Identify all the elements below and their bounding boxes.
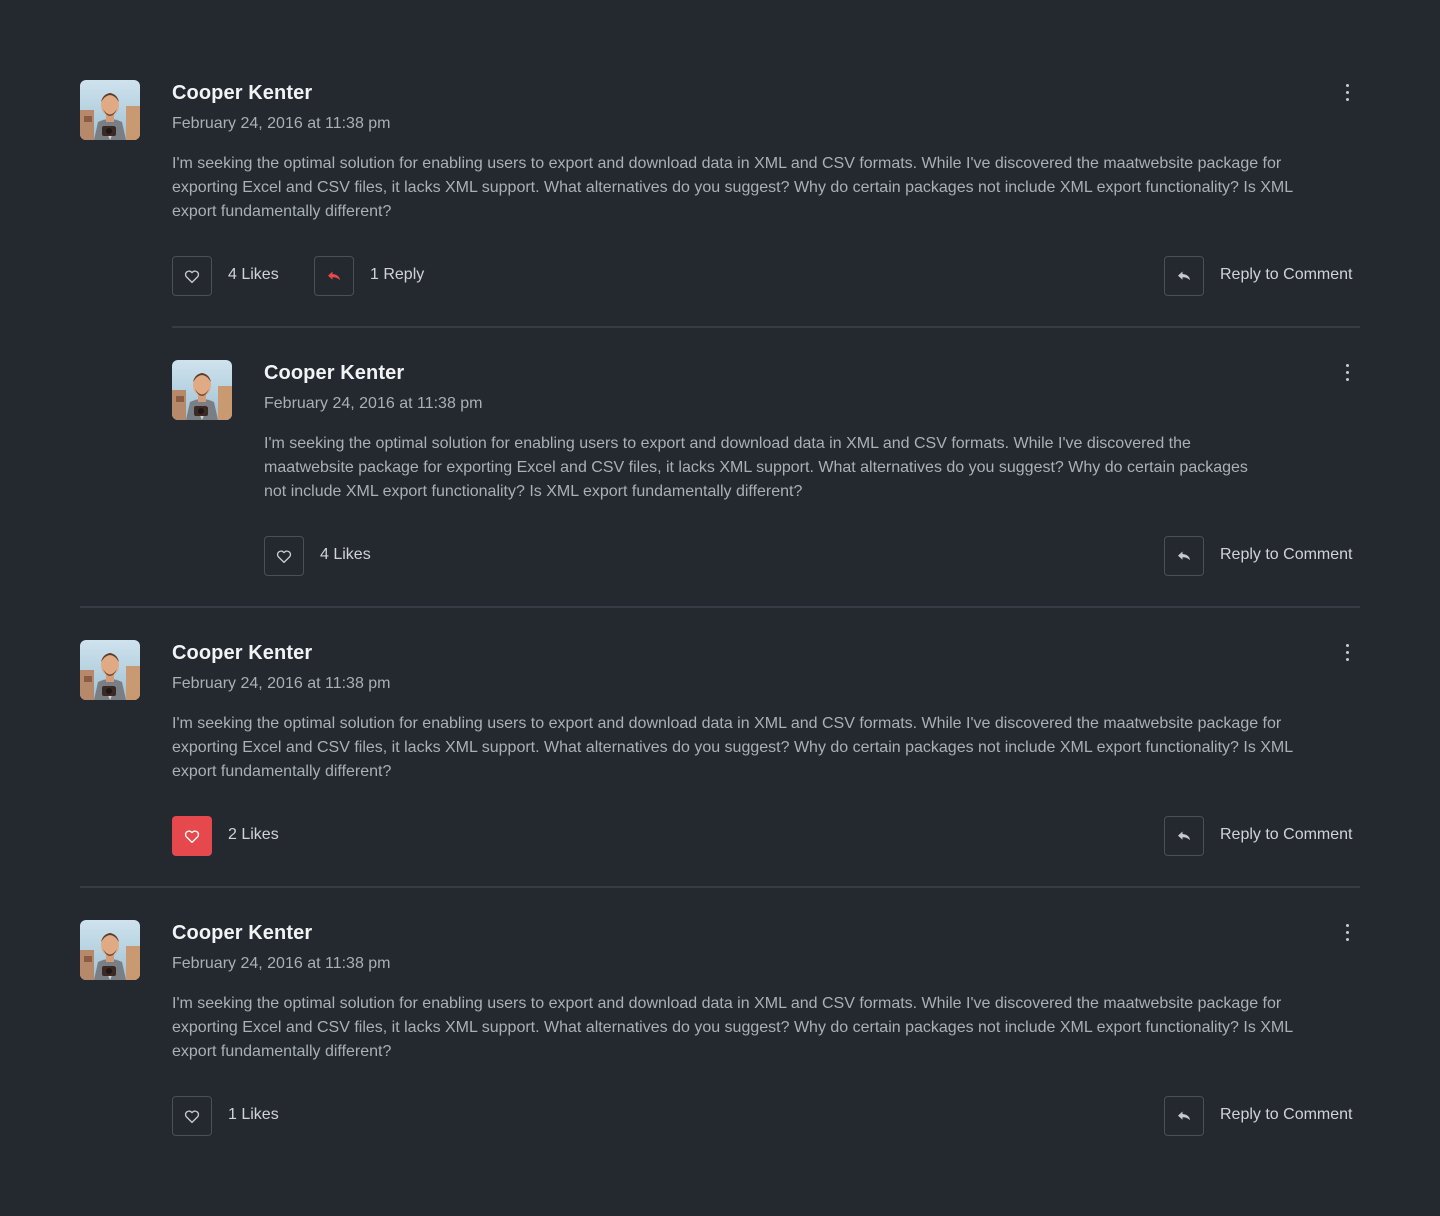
heart-icon — [183, 267, 201, 285]
comment-date: February 24, 2016 at 11:38 pm — [264, 395, 483, 412]
reply-icon-button[interactable] — [1164, 256, 1204, 296]
like-button[interactable] — [172, 256, 212, 296]
likes-count: 2 Likes — [228, 826, 279, 843]
reply-icon — [1175, 547, 1193, 565]
divider — [80, 606, 1360, 608]
comment-text: I'm seeking the optimal solution for ena… — [172, 995, 1293, 1060]
reply-to-comment-button[interactable]: Reply to Comment — [1164, 256, 1360, 296]
comment-date: February 24, 2016 at 11:38 pm — [172, 675, 391, 692]
like-button[interactable] — [172, 816, 212, 856]
more-options-icon[interactable] — [1340, 642, 1356, 664]
likes-count: 4 Likes — [228, 266, 279, 283]
reply-to-comment-label[interactable]: Reply to Comment — [1220, 266, 1353, 284]
reply-to-comment-button[interactable]: Reply to Comment — [1164, 816, 1360, 856]
comment: Cooper Kenter February 24, 2016 at 11:38… — [80, 640, 1360, 860]
heart-icon — [183, 1107, 201, 1125]
reply-icon-button[interactable] — [1164, 536, 1204, 576]
reply-icon-button[interactable] — [1164, 816, 1204, 856]
like-button[interactable] — [264, 536, 304, 576]
likes-count: 4 Likes — [320, 546, 371, 563]
comment-actions: 4 Likes 1 Reply Reply to Comment — [172, 256, 1360, 296]
comment: Cooper Kenter February 24, 2016 at 11:38… — [80, 920, 1360, 1140]
comment-author[interactable]: Cooper Kenter — [172, 922, 312, 945]
reply-icon-button[interactable] — [1164, 1096, 1204, 1136]
comment: Cooper Kenter February 24, 2016 at 11:38… — [80, 80, 1360, 300]
reply-to-comment-label[interactable]: Reply to Comment — [1220, 546, 1353, 564]
comment-author[interactable]: Cooper Kenter — [172, 82, 312, 105]
divider — [80, 886, 1360, 888]
reply-icon — [1175, 827, 1193, 845]
comment-text: I'm seeking the optimal solution for ena… — [172, 155, 1293, 220]
avatar[interactable] — [80, 80, 140, 140]
avatar[interactable] — [80, 920, 140, 980]
comment-text: I'm seeking the optimal solution for ena… — [172, 715, 1293, 780]
comment-date: February 24, 2016 at 11:38 pm — [172, 115, 391, 132]
reply-icon — [1175, 267, 1193, 285]
divider — [172, 326, 1360, 328]
more-options-icon[interactable] — [1340, 922, 1356, 944]
comment-text: I'm seeking the optimal solution for ena… — [264, 435, 1248, 500]
comment-author[interactable]: Cooper Kenter — [172, 642, 312, 665]
reply-to-comment-label[interactable]: Reply to Comment — [1220, 826, 1353, 844]
reply-comment: Cooper Kenter February 24, 2016 at 11:38… — [172, 360, 1360, 580]
heart-icon — [183, 827, 201, 845]
comment-actions: 1 Likes Reply to Comment — [172, 1096, 1360, 1136]
heart-icon — [275, 547, 293, 565]
more-options-icon[interactable] — [1340, 362, 1356, 384]
reply-to-comment-button[interactable]: Reply to Comment — [1164, 536, 1360, 576]
reply-icon — [1175, 1107, 1193, 1125]
more-options-icon[interactable] — [1340, 82, 1356, 104]
avatar[interactable] — [80, 640, 140, 700]
like-button[interactable] — [172, 1096, 212, 1136]
comment-author[interactable]: Cooper Kenter — [264, 362, 404, 385]
reply-to-comment-button[interactable]: Reply to Comment — [1164, 1096, 1360, 1136]
replies-toggle-button[interactable] — [314, 256, 354, 296]
reply-icon — [325, 267, 343, 285]
comment-actions: 2 Likes Reply to Comment — [172, 816, 1360, 856]
comment-date: February 24, 2016 at 11:38 pm — [172, 955, 391, 972]
comment-actions: 4 Likes Reply to Comment — [264, 536, 1360, 576]
likes-count: 1 Likes — [228, 1106, 279, 1123]
replies-count[interactable]: 1 Reply — [370, 266, 424, 284]
avatar[interactable] — [172, 360, 232, 420]
reply-to-comment-label[interactable]: Reply to Comment — [1220, 1106, 1353, 1124]
